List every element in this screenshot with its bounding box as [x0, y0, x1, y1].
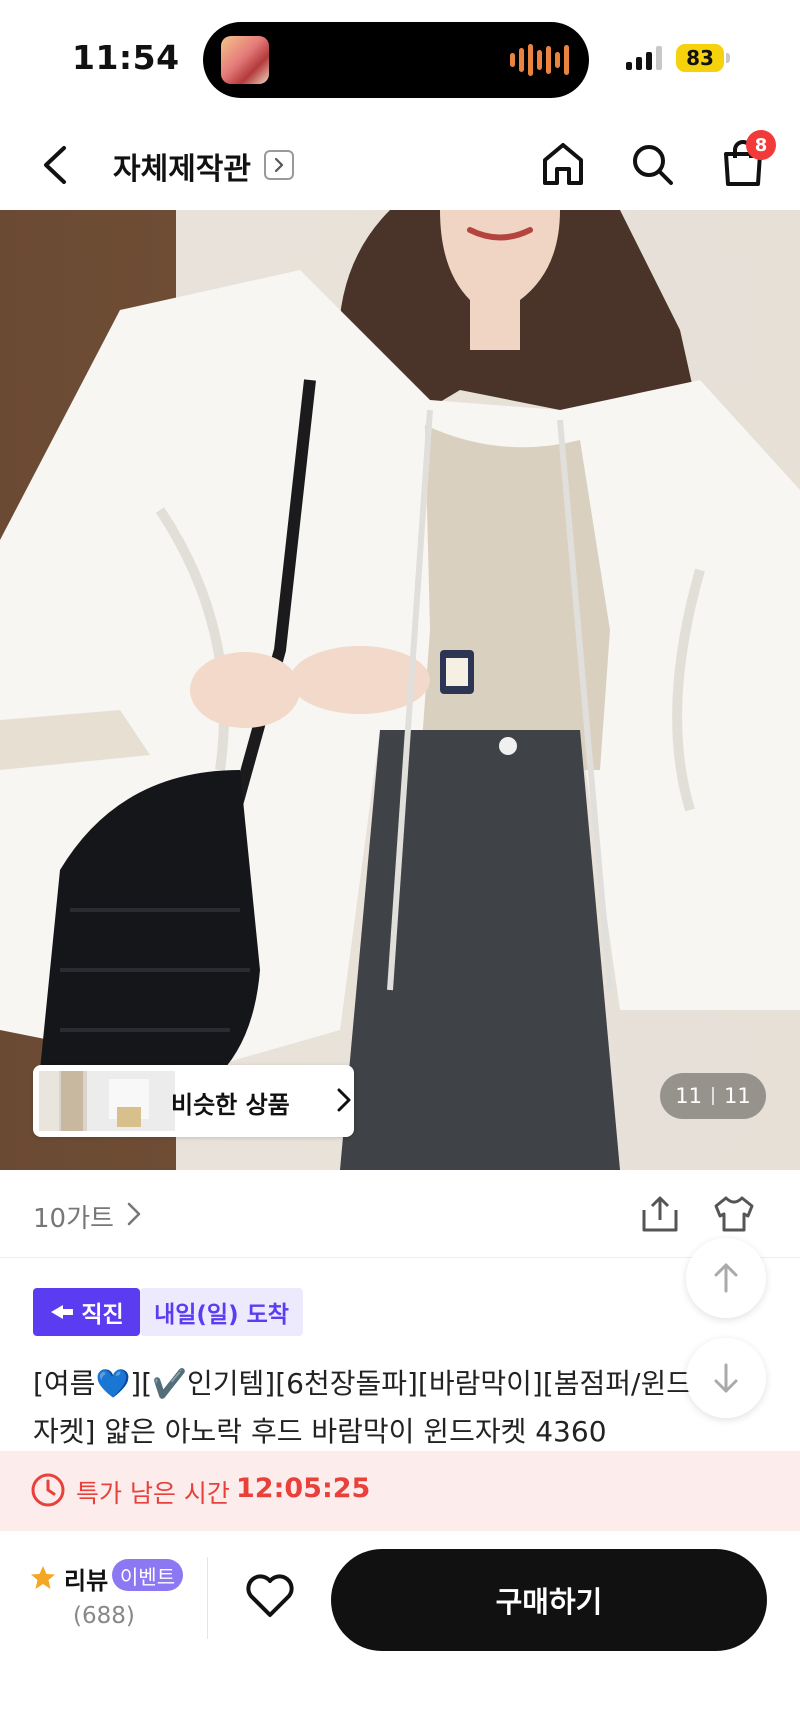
home-icon[interactable]	[540, 140, 586, 188]
event-badge: 이벤트	[112, 1559, 183, 1591]
status-bar: 11:54 83	[0, 0, 800, 118]
scroll-down-button[interactable]	[686, 1338, 766, 1418]
shop-title[interactable]: 자체제작관	[113, 144, 251, 188]
image-total: 11	[724, 1084, 751, 1108]
star-icon	[30, 1565, 56, 1595]
search-icon[interactable]	[630, 142, 676, 188]
image-index: 11	[675, 1084, 702, 1108]
arrow-up-icon	[714, 1263, 738, 1293]
direct-arrow-icon	[51, 1305, 74, 1319]
direct-label: 직진	[81, 1302, 124, 1328]
divider	[207, 1557, 208, 1639]
brand-row: 10가트	[0, 1170, 800, 1258]
buy-button[interactable]: 구매하기	[331, 1549, 767, 1651]
arrival-badge: 내일(일) 도착	[140, 1288, 303, 1336]
top-navigation: 자체제작관 8	[0, 118, 800, 210]
deal-timer-bar: 특가 남은 시간 12:05:25	[0, 1451, 800, 1531]
image-counter: 11 11	[660, 1073, 766, 1119]
cart-count-badge: 8	[746, 130, 776, 160]
direct-delivery-badge: 직진	[33, 1288, 140, 1336]
audio-waveform-icon	[510, 44, 569, 76]
scroll-up-button[interactable]	[686, 1238, 766, 1318]
arrow-down-icon	[714, 1363, 738, 1393]
similar-products-thumbnail	[39, 1071, 175, 1131]
dynamic-island[interactable]	[203, 22, 589, 98]
review-label[interactable]: 리뷰	[64, 1561, 108, 1596]
deal-label: 특가 남은 시간	[76, 1479, 230, 1508]
hanger-icon[interactable]	[712, 1194, 756, 1234]
cellular-signal-icon	[626, 46, 662, 70]
heart-icon[interactable]	[244, 1573, 296, 1619]
review-count[interactable]: (688)	[73, 1603, 135, 1629]
battery-indicator: 83	[676, 44, 724, 72]
product-photo	[0, 210, 800, 1170]
status-time: 11:54	[72, 38, 180, 77]
product-title: [여름💙][✔️인기템][6천장돌파][바람막이][봄점퍼/윈드자켓] 얇은 아…	[33, 1367, 692, 1448]
clock-icon	[30, 1472, 66, 1508]
chevron-right-icon	[337, 1087, 351, 1117]
deal-countdown: 12:05:25	[236, 1473, 371, 1504]
battery-tip	[726, 53, 730, 63]
chevron-right-icon[interactable]	[127, 1202, 141, 1230]
now-playing-artwork	[221, 36, 269, 84]
bottom-action-bar: 리뷰 이벤트 (688) 구매하기	[0, 1531, 800, 1735]
share-icon[interactable]	[640, 1194, 680, 1234]
product-image[interactable]: 비슷한 상품 11 11	[0, 210, 800, 1170]
chevron-right-icon[interactable]	[264, 150, 294, 180]
back-icon[interactable]	[36, 140, 76, 190]
brand-name-link[interactable]: 10가트	[33, 1198, 114, 1235]
similar-products-button[interactable]: 비슷한 상품	[33, 1065, 354, 1137]
similar-products-label: 비슷한 상품	[171, 1091, 290, 1119]
counter-separator	[712, 1087, 714, 1105]
